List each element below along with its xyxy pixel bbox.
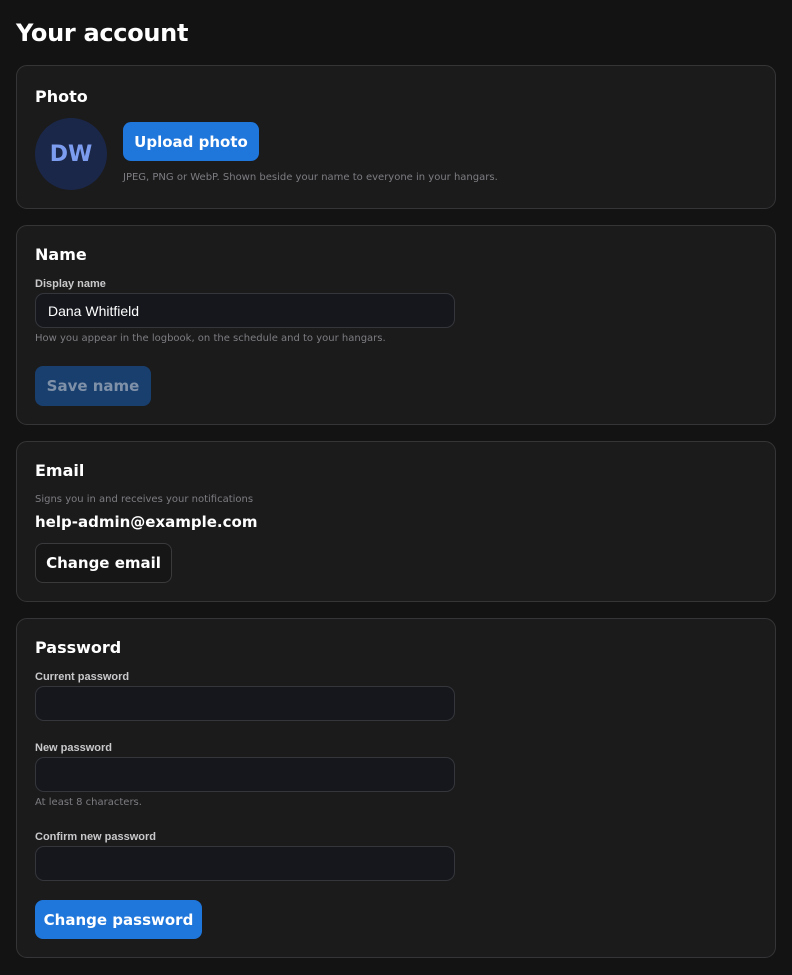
avatar: DW xyxy=(35,118,107,190)
save-name-button[interactable]: Save name xyxy=(35,366,151,406)
current-password-label: Current password xyxy=(35,671,130,683)
email-card-title: Email xyxy=(35,461,85,480)
name-card: Name Display name How you appear in the … xyxy=(16,225,776,425)
change-password-button[interactable]: Change password xyxy=(35,900,202,939)
current-password-input[interactable] xyxy=(35,686,455,721)
avatar-initials: DW xyxy=(49,141,93,167)
photo-card: Photo DW Upload photo JPEG, PNG or WebP.… xyxy=(16,65,776,209)
password-card-title: Password xyxy=(35,638,122,657)
photo-hint: JPEG, PNG or WebP. Shown beside your nam… xyxy=(123,172,498,183)
display-name-input[interactable] xyxy=(35,293,455,328)
new-password-hint: At least 8 characters. xyxy=(35,797,142,808)
password-card: Password Current password New password A… xyxy=(16,618,776,958)
email-value: help-admin@example.com xyxy=(35,513,258,531)
upload-photo-button[interactable]: Upload photo xyxy=(123,122,259,161)
display-name-label: Display name xyxy=(35,278,106,290)
confirm-password-input[interactable] xyxy=(35,846,455,881)
name-card-title: Name xyxy=(35,245,87,264)
display-name-hint: How you appear in the logbook, on the sc… xyxy=(35,333,386,344)
new-password-input[interactable] xyxy=(35,757,455,792)
email-card: Email Signs you in and receives your not… xyxy=(16,441,776,602)
email-hint: Signs you in and receives your notificat… xyxy=(35,494,254,505)
change-email-button[interactable]: Change email xyxy=(35,543,172,583)
page-title: Your account xyxy=(16,19,189,47)
photo-card-title: Photo xyxy=(35,87,88,106)
new-password-label: New password xyxy=(35,742,113,754)
confirm-password-label: Confirm new password xyxy=(35,831,157,843)
